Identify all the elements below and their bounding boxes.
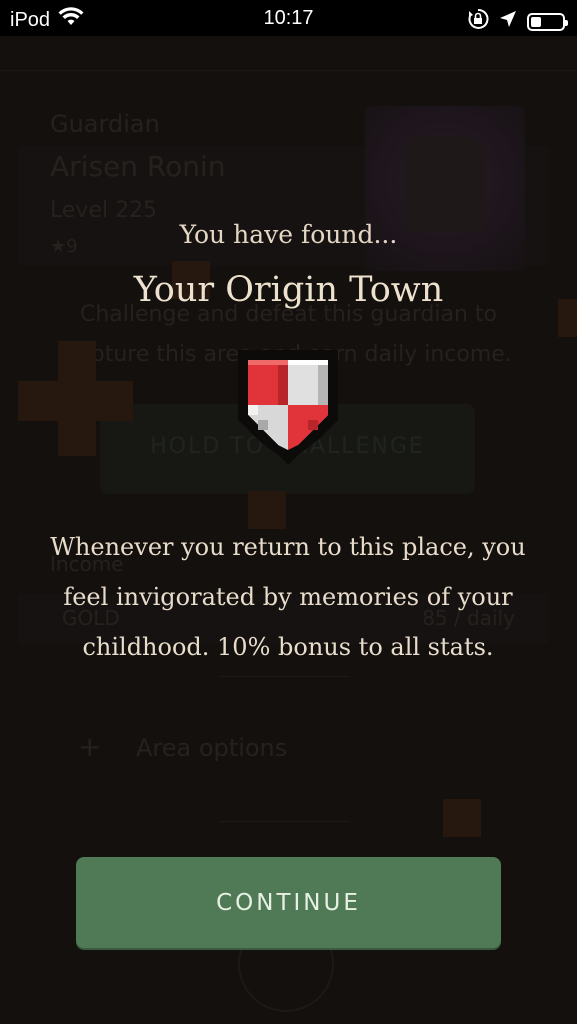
status-right [467,8,568,36]
description-line: feel invigorated by memories of your [63,583,513,611]
orientation-lock-icon [467,8,489,36]
description-line: Whenever you return to this place, you [50,533,526,561]
battery-icon [527,13,568,31]
place-description: Whenever you return to this place, you f… [38,522,538,672]
found-heading: You have found... [179,220,398,249]
location-arrow-icon [499,10,517,34]
status-bar: iPod 10:17 [0,0,577,36]
continue-button[interactable]: CONTINUE [76,857,501,948]
place-title: Your Origin Town [133,270,444,310]
description-line: childhood. 10% bonus to all stats. [82,633,494,661]
shield-icon [238,350,338,465]
